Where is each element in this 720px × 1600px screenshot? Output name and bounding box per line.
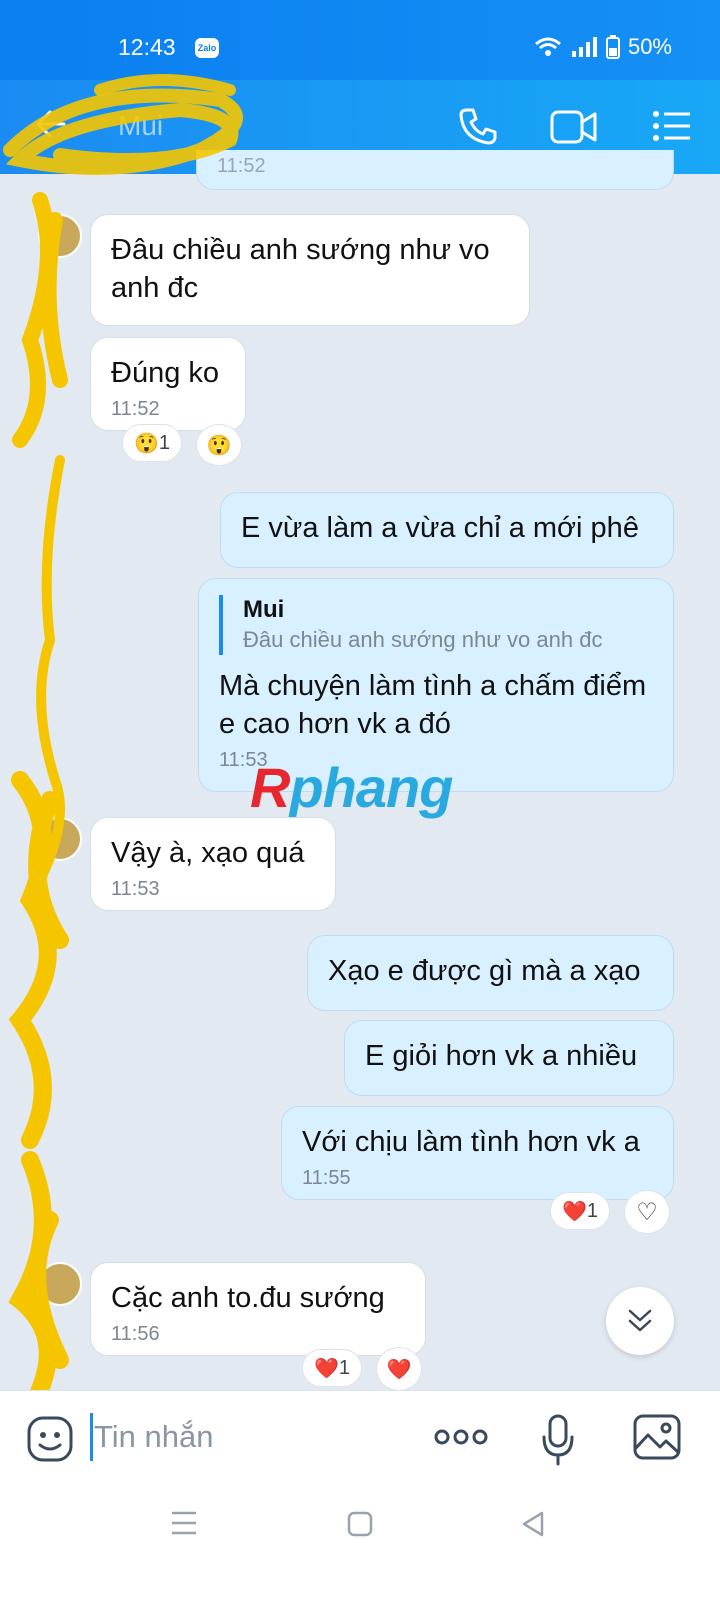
microphone-icon[interactable] xyxy=(540,1413,576,1467)
quoted-text: Đâu chiều anh sướng như vo anh đc xyxy=(243,627,603,652)
home-icon[interactable] xyxy=(346,1510,374,1538)
battery-icon xyxy=(605,35,620,59)
message-bubble-incoming[interactable]: Vậy à, xạo quá 11:53 xyxy=(90,817,336,911)
message-bubble-outgoing[interactable]: E giỏi hơn vk a nhiều xyxy=(344,1020,674,1096)
gallery-icon[interactable] xyxy=(632,1413,682,1461)
heart-emoji-icon: ❤️ xyxy=(386,1358,412,1381)
reaction-badge[interactable]: 😲 1 xyxy=(122,424,182,462)
message-time: 11:52 xyxy=(217,155,266,177)
message-composer: Tin nhắn xyxy=(0,1390,720,1491)
message-text: Cặc anh to.đu sướng xyxy=(111,1282,385,1314)
chevron-double-down-icon xyxy=(628,1309,652,1332)
scroll-to-bottom-button[interactable] xyxy=(606,1287,674,1355)
system-nav-bar xyxy=(0,1490,720,1600)
signal-icon xyxy=(571,37,597,57)
reaction-button[interactable]: ❤️ xyxy=(376,1347,422,1391)
menu-icon[interactable] xyxy=(652,108,692,144)
reaction-button[interactable]: ♡ xyxy=(624,1190,670,1234)
message-text: Mà chuyện làm tình a chấm điểm e cao hơn… xyxy=(219,670,647,740)
message-text: Đâu chiều anh sướng như vo anh đc xyxy=(111,234,490,304)
quoted-sender: Mui xyxy=(243,596,285,623)
message-bubble-partial[interactable]: 11:52 xyxy=(196,150,674,190)
message-text: Với chịu làm tình hơn vk a xyxy=(302,1126,640,1158)
message-text: E vừa làm a vừa chỉ a mới phê xyxy=(241,512,639,544)
back-icon[interactable] xyxy=(520,1510,546,1538)
message-time: 11:56 xyxy=(111,1323,160,1345)
video-icon[interactable] xyxy=(550,108,598,146)
battery-percent: 50% xyxy=(627,34,672,59)
zalo-badge-icon: Zalo xyxy=(195,38,219,58)
status-right: 50% xyxy=(534,34,672,60)
avatar[interactable] xyxy=(38,214,82,258)
contact-name[interactable]: Mui xyxy=(118,110,163,142)
message-text: Xạo e được gì mà a xạo xyxy=(328,955,641,987)
wifi-icon xyxy=(534,37,561,56)
message-time: 11:53 xyxy=(111,878,160,900)
message-text: Vậy à, xạo quá xyxy=(111,837,305,869)
heart-emoji-icon: ❤️ xyxy=(561,1200,587,1223)
status-time: 12:43 xyxy=(118,34,176,60)
heart-emoji-icon: ❤️ xyxy=(313,1357,339,1380)
reaction-count: 1 xyxy=(158,431,171,454)
message-bubble-outgoing[interactable]: E vừa làm a vừa chỉ a mới phê xyxy=(220,492,674,568)
message-bubble-outgoing[interactable]: Xạo e được gì mà a xạo xyxy=(307,935,674,1011)
surprised-emoji-icon: 😲 xyxy=(133,432,159,455)
phone-icon[interactable] xyxy=(458,106,498,146)
message-input[interactable]: Tin nhắn xyxy=(94,1419,214,1455)
watermark-logo: Rphang xyxy=(250,756,453,819)
surprised-emoji-icon: 😲 xyxy=(206,434,232,457)
reaction-count: 1 xyxy=(586,1199,599,1222)
redaction-scribble xyxy=(8,192,69,1419)
message-bubble-incoming[interactable]: Đúng ko 11:52 xyxy=(90,337,246,431)
message-bubble-incoming[interactable]: Cặc anh to.đu sướng 11:56 xyxy=(90,1262,426,1356)
more-options-icon[interactable] xyxy=(434,1427,488,1447)
message-bubble-outgoing[interactable]: Với chịu làm tình hơn vk a 11:55 xyxy=(281,1106,674,1200)
quoted-message[interactable]: Mui Đâu chiều anh sướng như vo anh đc xyxy=(219,595,653,655)
message-text: Đúng ko xyxy=(111,357,220,389)
back-arrow-icon[interactable] xyxy=(34,106,70,142)
reaction-badge[interactable]: ❤️ 1 xyxy=(550,1192,610,1230)
recent-apps-icon[interactable] xyxy=(170,1510,198,1536)
avatar[interactable] xyxy=(38,1262,82,1306)
emoji-icon[interactable] xyxy=(26,1415,74,1463)
heart-outline-icon: ♡ xyxy=(636,1198,658,1226)
reaction-badge[interactable]: ❤️ 1 xyxy=(302,1349,362,1387)
message-bubble-incoming[interactable]: Đâu chiều anh sướng như vo anh đc xyxy=(90,214,530,326)
reaction-button[interactable]: 😲 xyxy=(196,424,242,466)
status-bar: 12:43 Zalo 50% xyxy=(0,0,720,80)
reaction-count: 1 xyxy=(338,1356,351,1379)
message-time: 11:55 xyxy=(302,1167,351,1189)
message-text: E giỏi hơn vk a nhiều xyxy=(365,1040,638,1072)
text-caret xyxy=(90,1413,93,1461)
avatar[interactable] xyxy=(38,817,82,861)
message-time: 11:52 xyxy=(111,398,160,420)
